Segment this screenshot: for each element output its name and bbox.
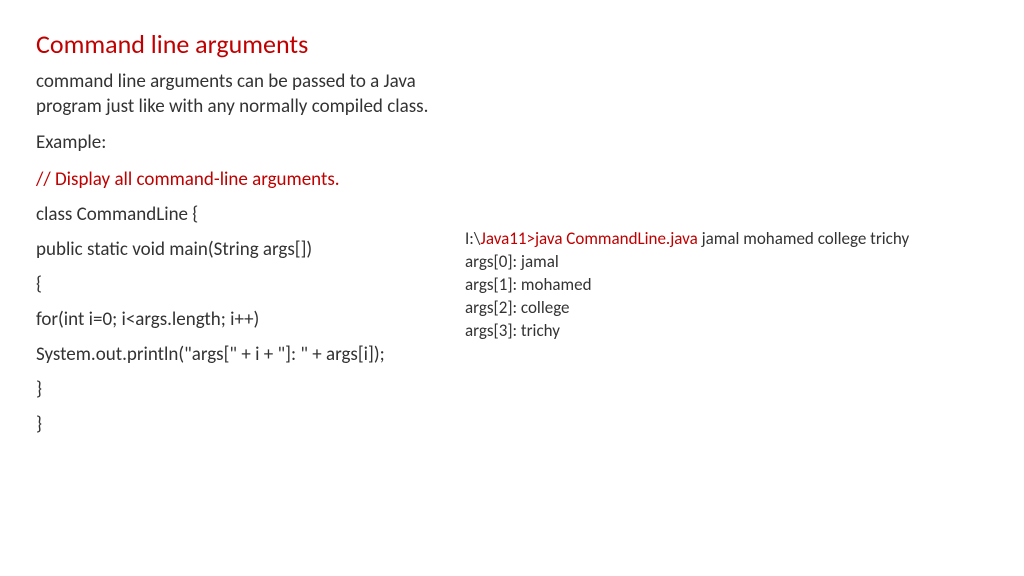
code-line: } [36, 378, 456, 401]
code-line: for(int i=0; i<args.length; i++) [36, 308, 456, 331]
terminal-suffix: jamal mohamed college trichy [698, 228, 909, 249]
code-line: { [36, 273, 456, 296]
example-label: Example: [36, 131, 456, 156]
terminal-prefix: I:\ [465, 228, 480, 249]
code-line: System.out.println("args[" + i + "]: " +… [36, 343, 456, 366]
code-line: public static void main(String args[]) [36, 238, 456, 261]
terminal-output: args[1]: mohamed [465, 274, 1005, 297]
terminal-output: args[3]: trichy [465, 320, 1005, 343]
code-line: class CommandLine { [36, 203, 456, 226]
terminal-output: args[0]: jamal [465, 251, 1005, 274]
terminal-command: Java11>java CommandLine.java [480, 228, 697, 249]
intro-text: command line arguments can be passed to … [36, 70, 456, 119]
terminal-command-line: I:\Java11>java CommandLine.java jamal mo… [465, 228, 1005, 251]
terminal-output: args[2]: college [465, 297, 1005, 320]
left-column: Command line arguments command line argu… [36, 28, 456, 448]
code-comment: // Display all command-line arguments. [36, 168, 456, 191]
right-column: I:\Java11>java CommandLine.java jamal mo… [465, 228, 1005, 343]
code-line: } [36, 413, 456, 436]
page-title: Command line arguments [36, 28, 456, 60]
